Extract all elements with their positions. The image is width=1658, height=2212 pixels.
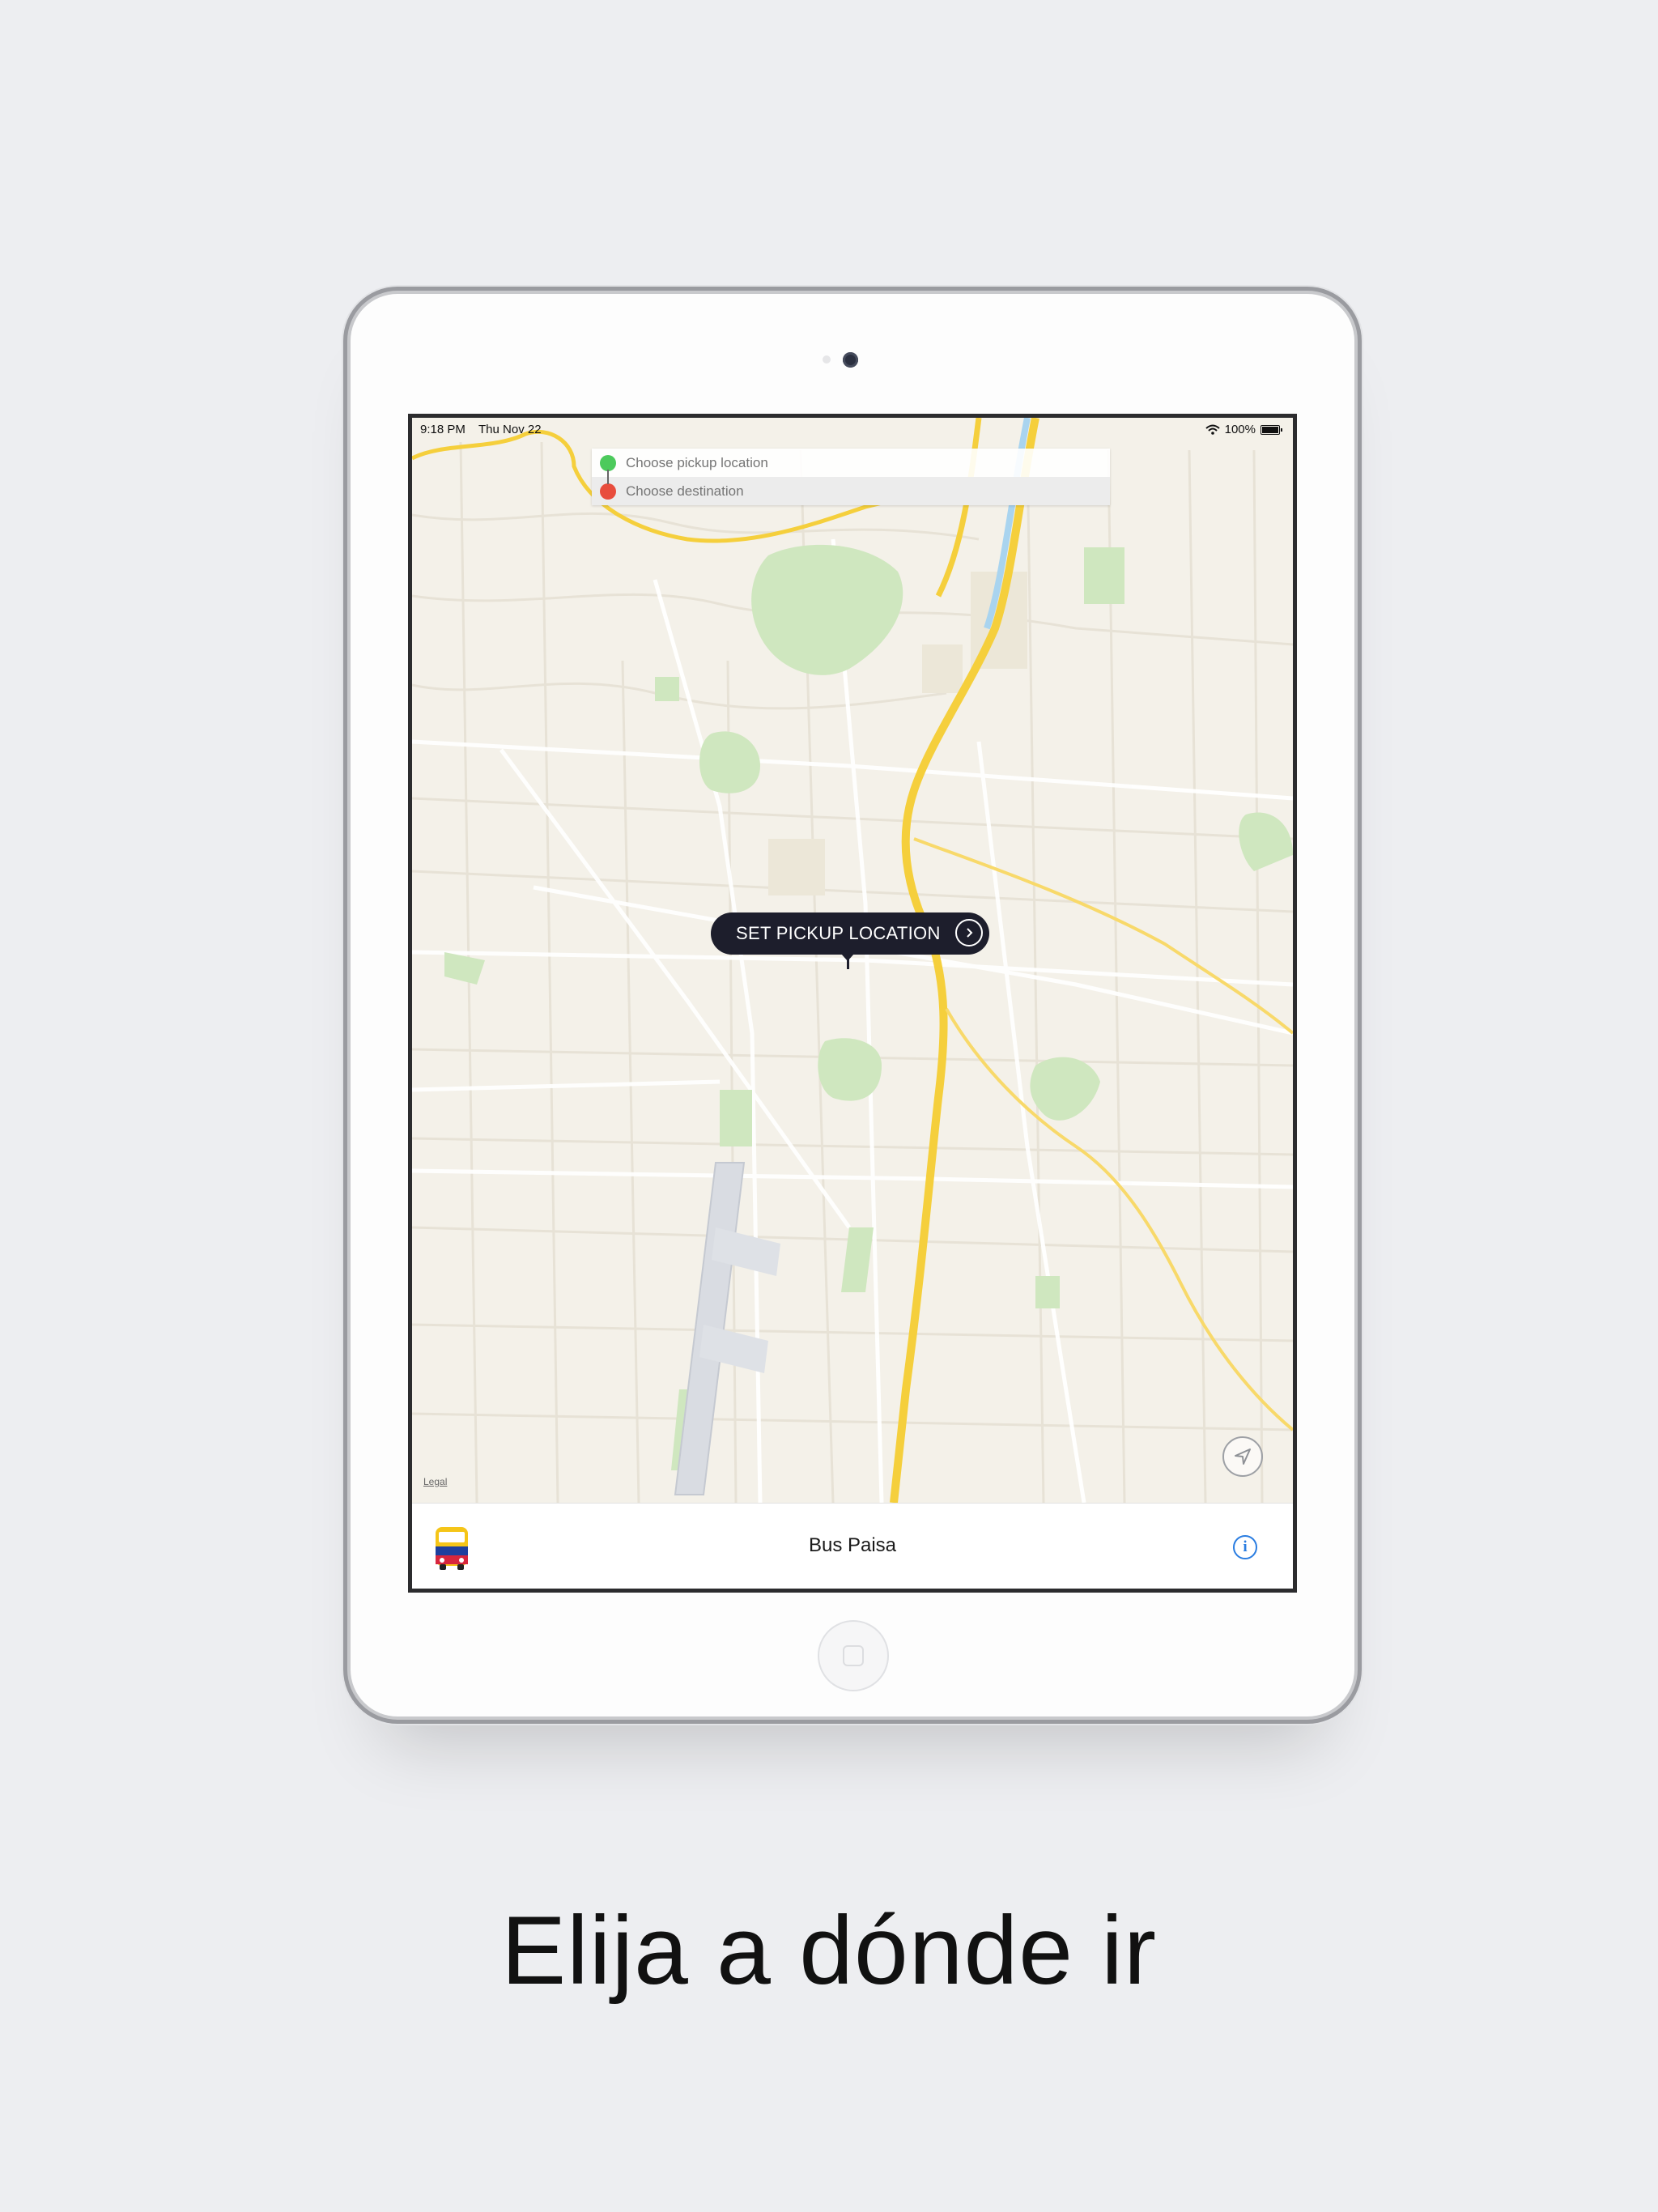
bottom-toolbar: Bus Paisa i xyxy=(412,1503,1293,1589)
info-glyph: i xyxy=(1243,1538,1248,1555)
sensor-dot xyxy=(823,355,831,364)
chevron-right-icon xyxy=(955,919,983,946)
home-button[interactable] xyxy=(818,1620,889,1691)
pickup-input[interactable] xyxy=(626,454,1079,471)
info-icon[interactable]: i xyxy=(1233,1535,1257,1559)
marketing-caption: Elija a dónde ir xyxy=(501,1896,1157,2005)
destination-input[interactable] xyxy=(626,483,1079,500)
legal-link[interactable]: Legal xyxy=(423,1476,447,1487)
pickup-pin-icon xyxy=(841,954,854,969)
status-time: 9:18 PM xyxy=(420,423,466,436)
app-screen: 9:18 PM Thu Nov 22 100% Choose pickup lo… xyxy=(412,418,1293,1589)
location-arrow-icon[interactable] xyxy=(1222,1436,1263,1477)
destination-row[interactable] xyxy=(592,477,1110,505)
destination-dot-icon xyxy=(600,483,616,500)
app-title: Bus Paisa xyxy=(808,1534,897,1556)
pickup-dot-icon xyxy=(600,454,616,471)
wifi-icon xyxy=(1205,424,1220,435)
status-right: 100% xyxy=(1205,423,1282,436)
ipad-frame: 9:18 PM Thu Nov 22 100% Choose pickup lo… xyxy=(351,294,1354,1716)
route-connector xyxy=(607,470,609,484)
status-bar: 9:18 PM Thu Nov 22 100% xyxy=(412,418,1293,442)
battery-percent: 100% xyxy=(1224,423,1256,436)
pickup-row[interactable] xyxy=(592,449,1110,478)
home-square-icon xyxy=(843,1645,864,1666)
camera-icon xyxy=(843,352,858,368)
battery-icon xyxy=(1261,424,1282,435)
route-search-panel xyxy=(592,449,1110,505)
set-pickup-location-label: SET PICKUP LOCATION xyxy=(736,923,941,943)
set-pickup-location-button[interactable]: SET PICKUP LOCATION xyxy=(711,912,989,955)
status-date: Thu Nov 22 xyxy=(478,423,542,436)
